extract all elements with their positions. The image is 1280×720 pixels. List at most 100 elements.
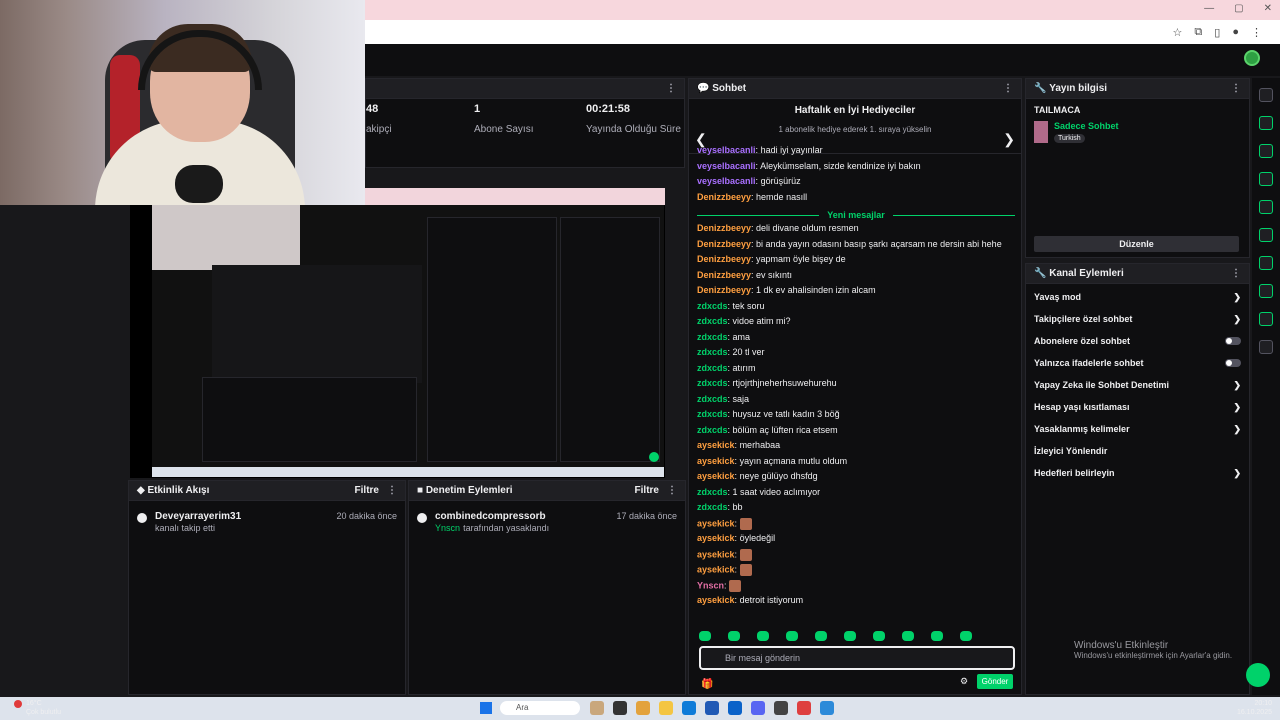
chat-message[interactable]: aysekick: neye gülüyo dhsfdg [697, 471, 1015, 487]
chat-message[interactable]: Denizzbeeyy: 1 dk ev ahalisinden izin al… [697, 285, 1015, 301]
emote-icon[interactable] [844, 631, 856, 641]
chat-message[interactable]: zdxcds: tek soru [697, 301, 1015, 317]
edge-icon[interactable] [682, 701, 696, 715]
close-icon[interactable]: ✕ [1264, 3, 1272, 14]
start-icon[interactable] [480, 702, 492, 714]
gift-icon[interactable]: 🎁 [701, 679, 713, 690]
emote-icon[interactable] [728, 631, 740, 641]
chat-message[interactable]: aysekick: [697, 517, 1015, 534]
channel-action-item[interactable]: Yalnızca ifadelerle sohbet [1026, 352, 1249, 374]
chat-username[interactable]: zdxcds [697, 316, 728, 326]
emote-icon[interactable] [786, 631, 798, 641]
chat-message[interactable]: Denizzbeeyy: ev sıkıntı [697, 270, 1015, 286]
chat-username[interactable]: zdxcds [697, 409, 728, 419]
more-icon[interactable]: ⋮ [1231, 83, 1241, 94]
app-icon[interactable] [613, 701, 627, 715]
chat-username[interactable]: Denizzbeeyy [697, 254, 751, 264]
chrome-icon[interactable] [820, 701, 834, 715]
chat-username[interactable]: aysekick [697, 471, 735, 481]
chat-message[interactable]: Denizzbeeyy: yapmam öyle bişey de [697, 254, 1015, 270]
chat-input[interactable]: Bir mesaj gönderin [699, 646, 1015, 670]
send-button[interactable]: Gönder [977, 674, 1013, 689]
layout-icon[interactable] [1259, 284, 1273, 298]
chat-message[interactable]: Denizzbeeyy: hemde nasıll [697, 192, 1015, 208]
weather-widget[interactable]: 16°C Çok bulutlu [26, 699, 61, 717]
minimize-icon[interactable]: — [1204, 3, 1214, 14]
crosshair-icon[interactable] [1259, 144, 1273, 158]
emote-icon[interactable] [815, 631, 827, 641]
chat-bubble-icon[interactable] [1259, 228, 1273, 242]
star-icon[interactable]: ☆ [1173, 26, 1183, 39]
chat-message[interactable]: aysekick: [697, 548, 1015, 565]
chat-username[interactable]: aysekick [697, 440, 735, 450]
extensions-icon[interactable]: ⧉ [1194, 26, 1202, 39]
bolt-icon[interactable] [1259, 172, 1273, 186]
chat-username[interactable]: aysekick [697, 518, 735, 528]
chat-message[interactable]: Ynscn: [697, 579, 1015, 596]
taskbar-search[interactable]: Ara [500, 701, 580, 715]
channel-action-item[interactable]: Abonelere özel sohbet [1026, 330, 1249, 352]
app-icon[interactable] [705, 701, 719, 715]
chat-username[interactable]: zdxcds [697, 301, 728, 311]
chat-username[interactable]: aysekick [697, 595, 735, 605]
chat-username[interactable]: veyselbacanli [697, 176, 756, 186]
edit-button[interactable]: Düzenle [1034, 236, 1239, 252]
chat-message[interactable]: zdxcds: ama [697, 332, 1015, 348]
menu-icon[interactable]: ⋮ [1251, 26, 1262, 39]
more-icon[interactable]: ⋮ [1231, 268, 1241, 279]
more-icon[interactable]: ⋮ [667, 485, 677, 496]
chat-username[interactable]: zdxcds [697, 502, 728, 512]
channel-action-item[interactable]: Yapay Zeka ile Sohbet Denetimi ❯ [1026, 374, 1249, 396]
chat-username[interactable]: aysekick [697, 456, 735, 466]
filter-button[interactable]: Filtre [635, 485, 659, 496]
more-icon[interactable]: ⋮ [1003, 83, 1013, 94]
chat-message[interactable]: aysekick: [697, 564, 1015, 580]
chat-username[interactable]: Ynscn [697, 580, 724, 590]
maximize-icon[interactable]: ▢ [1234, 3, 1243, 14]
chat-username[interactable]: zdxcds [697, 394, 728, 404]
chat-username[interactable]: Denizzbeeyy [697, 239, 751, 249]
channel-action-item[interactable]: İzleyici Yönlendir [1026, 440, 1249, 462]
document-icon[interactable] [1259, 200, 1273, 214]
more-icon[interactable]: ⋮ [387, 485, 397, 496]
chat-message[interactable]: zdxcds: huysuz ve tatlı kadın 3 böğ [697, 409, 1015, 425]
app-icon[interactable] [728, 701, 742, 715]
chat-username[interactable]: Denizzbeeyy [697, 192, 751, 202]
broadcast-icon[interactable] [1259, 256, 1273, 270]
channel-action-item[interactable]: Takipçilere özel sohbet ❯ [1026, 308, 1249, 330]
app-icon[interactable] [590, 701, 604, 715]
chat-message[interactable]: zdxcds: vidoe atim mi? [697, 316, 1015, 332]
chat-username[interactable]: Denizzbeeyy [697, 223, 751, 233]
sidebar-icon[interactable]: ▯ [1214, 26, 1220, 39]
toggle-switch[interactable] [1225, 337, 1241, 345]
app-icon[interactable] [797, 701, 811, 715]
wrench-icon[interactable] [1259, 312, 1273, 326]
discord-icon[interactable] [751, 701, 765, 715]
chat-message[interactable]: zdxcds: 20 tl ver [697, 347, 1015, 363]
profile-icon[interactable]: ● [1232, 26, 1239, 39]
folder-icon[interactable] [659, 701, 673, 715]
filter-button[interactable]: Filtre [355, 485, 379, 496]
pen-icon[interactable] [1259, 116, 1273, 130]
emote-bar[interactable] [699, 631, 972, 641]
chat-username[interactable]: veyselbacanli [697, 161, 756, 171]
window-controls[interactable]: — ▢ ✕ [1204, 3, 1272, 14]
chat-username[interactable]: aysekick [697, 533, 735, 543]
chat-bubble-button[interactable] [1246, 663, 1270, 687]
chat-username[interactable]: Denizzbeeyy [697, 285, 751, 295]
chat-username[interactable]: veyselbacanli [697, 145, 756, 155]
emote-icon[interactable] [902, 631, 914, 641]
chat-message[interactable]: aysekick: detroit istiyorum [697, 595, 1015, 611]
group-icon[interactable] [1259, 340, 1273, 354]
chat-username[interactable]: zdxcds [697, 363, 728, 373]
chat-username[interactable]: zdxcds [697, 378, 728, 388]
user-avatar[interactable] [1244, 50, 1260, 66]
chat-username[interactable]: zdxcds [697, 487, 728, 497]
chat-username[interactable]: aysekick [697, 564, 735, 574]
info-icon[interactable] [1259, 88, 1273, 102]
activity-item[interactable]: Deveyarrayerim31 kanalı takip etti 20 dak… [129, 501, 405, 544]
app-icon[interactable] [774, 701, 788, 715]
emote-icon[interactable] [699, 631, 711, 641]
settings-icon[interactable]: ⚙ [960, 676, 968, 687]
chat-message[interactable]: zdxcds: atırım [697, 363, 1015, 379]
